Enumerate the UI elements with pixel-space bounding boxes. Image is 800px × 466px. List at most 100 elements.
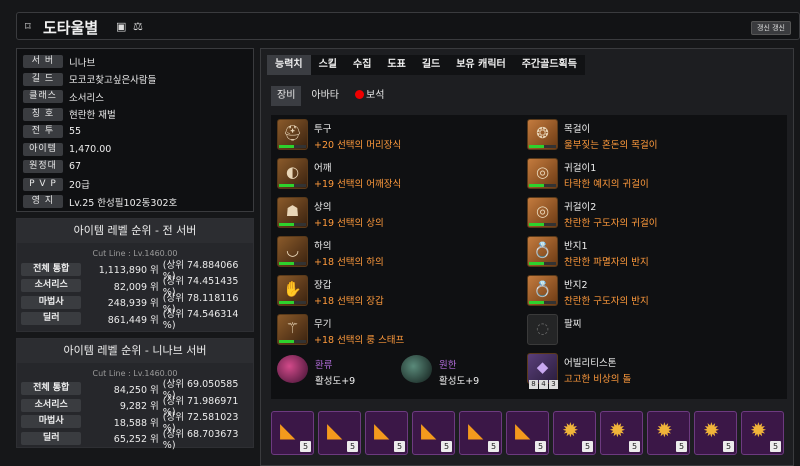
slot-name: 장갑 bbox=[314, 280, 332, 291]
equip-slot-shoulder[interactable]: ◐ 어깨 +19 선택의 어깨장식 bbox=[271, 156, 521, 192]
rank-label: 소서리스 bbox=[21, 398, 82, 412]
rank-label: 전체 통합 bbox=[21, 382, 82, 396]
equip-slot-bottom[interactable]: ◡ 하의 +18 선택의 하의 bbox=[271, 234, 521, 270]
tab-weekly-gold[interactable]: 주간골드획득 bbox=[513, 55, 585, 75]
rank-value: 861,449 위 bbox=[107, 314, 159, 326]
equip-slot-bracelet[interactable]: ◌ 팔찌 bbox=[521, 312, 781, 348]
stone-level-chip: 4 bbox=[539, 380, 548, 389]
profile-label: 아이템 bbox=[23, 142, 63, 156]
tab-guild[interactable]: 길드 bbox=[413, 55, 449, 75]
tab-collection[interactable]: 수집 bbox=[345, 55, 380, 75]
slot-name: 귀걸이1 bbox=[564, 163, 597, 174]
rank-title: 아이템 레벨 순위 - 전 서버 bbox=[17, 219, 253, 243]
slot-name: 반지2 bbox=[564, 280, 588, 291]
staff-icon: ⚚ bbox=[277, 314, 308, 345]
equip-slot-helmet[interactable]: ⛑ 투구 +20 선택의 머리장식 bbox=[271, 117, 521, 153]
profile-value: 니나브 bbox=[69, 57, 96, 69]
stone-level-chip: 8 bbox=[529, 380, 538, 389]
rank-value: 65,252 위 bbox=[113, 434, 159, 446]
rank-percent: (상위 68.703673 %) bbox=[162, 428, 239, 451]
slot-name: 하의 bbox=[314, 241, 332, 252]
effect-name: 원한 bbox=[439, 360, 457, 371]
subtab-avatar[interactable]: 아바타 bbox=[305, 86, 345, 106]
gem-icon: ◣ bbox=[421, 418, 437, 442]
equip-slot-necklace[interactable]: ❂ 목걸이 울부짖는 혼돈의 목걸이 bbox=[521, 117, 781, 153]
effect-name: 환류 bbox=[315, 360, 333, 371]
slot-desc: +20 선택의 머리장식 bbox=[314, 140, 402, 151]
profile-label: 서 버 bbox=[23, 55, 63, 69]
detail-panel: 능력치 스킬 수집 도표 길드 보유 캐릭터 주간골드획득 장비 아바타 보석 … bbox=[260, 48, 794, 466]
gem-slot[interactable]: ✹ 5 bbox=[553, 411, 596, 455]
rank-value: 248,939 위 bbox=[107, 298, 159, 310]
slot-desc: 찬란한 파멸자의 반지 bbox=[564, 257, 649, 268]
gem-icon: ✹ bbox=[750, 418, 767, 442]
gem-slot[interactable]: ◣ 5 bbox=[459, 411, 502, 455]
bookmark-icon[interactable]: ⌑ bbox=[25, 20, 31, 33]
gem-level: 5 bbox=[582, 441, 593, 452]
gem-icon: ✹ bbox=[656, 418, 673, 442]
equip-slot-ring2[interactable]: 💍 반지2 찬란한 구도자의 반지 bbox=[521, 273, 781, 309]
gem-slot[interactable]: ◣ 5 bbox=[412, 411, 455, 455]
equip-slot-ring1[interactable]: 💍 반지1 찬란한 파멸자의 반지 bbox=[521, 234, 781, 270]
equip-slot-ability-stone[interactable]: ◆ 8 4 3 어빌리티스톤 고고한 비상의 돌 bbox=[521, 351, 781, 389]
update-button[interactable]: 갱신 갱신 bbox=[751, 21, 791, 35]
equip-slot-earring2[interactable]: ◎ 귀걸이2 찬란한 구도자의 귀걸이 bbox=[521, 195, 781, 231]
equipment-grid: ⛑ 투구 +20 선택의 머리장식 ◐ 어깨 +19 선택의 어깨장식 ☗ 상의… bbox=[271, 115, 787, 399]
rank-value: 82,009 위 bbox=[113, 281, 159, 293]
profile-value: 1,470.00 bbox=[69, 143, 112, 155]
slot-desc: +19 선택의 어깨장식 bbox=[314, 179, 402, 190]
rank-row: 딜러 65,252 위 (상위 68.703673 %) bbox=[17, 429, 253, 451]
rank-value: 1,113,890 위 bbox=[98, 265, 159, 277]
gem-dot-icon bbox=[355, 90, 365, 99]
engraving-orb-icon bbox=[277, 355, 308, 383]
slot-desc: 울부짖는 혼돈의 목걸이 bbox=[564, 140, 658, 151]
quality-bar-fill bbox=[279, 223, 294, 226]
scale-icon[interactable]: ⚖ bbox=[133, 20, 143, 33]
gem-level: 5 bbox=[535, 441, 546, 452]
gem-slot[interactable]: ✹ 5 bbox=[647, 411, 690, 455]
quality-bar-fill bbox=[529, 223, 544, 226]
necklace-icon: ❂ bbox=[527, 119, 558, 150]
slot-desc: +18 선택의 룽 스태프 bbox=[314, 335, 405, 346]
gem-icon: ◣ bbox=[515, 418, 531, 442]
gem-level: 5 bbox=[629, 441, 640, 452]
main-tabs: 능력치 스킬 수집 도표 길드 보유 캐릭터 주간골드획득 bbox=[267, 55, 585, 75]
tab-stats[interactable]: 능력치 bbox=[267, 55, 311, 75]
rank-home-server: 아이템 레벨 순위 - 니나브 서버 Cut Line : Lv.1460.00… bbox=[16, 337, 254, 451]
tab-skills[interactable]: 스킬 bbox=[310, 55, 346, 75]
gem-slot[interactable]: ◣ 5 bbox=[271, 411, 314, 455]
character-name: 도타울별 bbox=[43, 19, 99, 37]
slot-desc: 찬란한 구도자의 귀걸이 bbox=[564, 218, 658, 229]
gem-slot[interactable]: ✹ 5 bbox=[694, 411, 737, 455]
gem-slot[interactable]: ◣ 5 bbox=[506, 411, 549, 455]
gem-icon: ✹ bbox=[609, 418, 626, 442]
subtab-gems[interactable]: 보석 bbox=[349, 86, 390, 106]
gem-slot[interactable]: ✹ 5 bbox=[600, 411, 643, 455]
subtab-equipment[interactable]: 장비 bbox=[271, 86, 302, 106]
rank-all-server: 아이템 레벨 순위 - 전 서버 Cut Line : Lv.1460.00 전… bbox=[16, 218, 254, 332]
gem-level: 5 bbox=[723, 441, 734, 452]
tab-codex[interactable]: 도표 bbox=[379, 55, 414, 75]
equip-slot-weapon[interactable]: ⚚ 무기 +18 선택의 룽 스태프 bbox=[271, 312, 521, 348]
rank-value: 18,588 위 bbox=[113, 417, 159, 429]
equip-slot-gloves[interactable]: ✋ 장갑 +18 선택의 장갑 bbox=[271, 273, 521, 309]
tab-characters[interactable]: 보유 캐릭터 bbox=[448, 55, 514, 75]
id-card-icon[interactable]: ▣ bbox=[116, 20, 126, 33]
gem-slot[interactable]: ✹ 5 bbox=[741, 411, 784, 455]
rank-percent: (상위 74.546314 %) bbox=[162, 309, 239, 331]
slot-name: 목걸이 bbox=[564, 124, 591, 135]
bracelet-effect-1[interactable]: 환류 활성도+9 bbox=[277, 353, 387, 389]
gem-slot[interactable]: ◣ 5 bbox=[365, 411, 408, 455]
equip-slot-earring1[interactable]: ◎ 귀걸이1 타락한 예지의 귀걸이 bbox=[521, 156, 781, 192]
equip-slot-top[interactable]: ☗ 상의 +19 선택의 상의 bbox=[271, 195, 521, 231]
gem-slot[interactable]: ◣ 5 bbox=[318, 411, 361, 455]
gem-level: 5 bbox=[441, 441, 452, 452]
gem-level: 5 bbox=[300, 441, 311, 452]
slot-name: 팔찌 bbox=[564, 319, 582, 330]
bracelet-effect-2[interactable]: 원한 활성도+9 bbox=[401, 353, 511, 389]
gloves-icon: ✋ bbox=[277, 275, 308, 306]
profile-label: 영 지 bbox=[23, 195, 63, 209]
sub-tabs: 장비 아바타 보석 bbox=[271, 86, 394, 106]
profile-value: 모코코찾고싶은사람들 bbox=[69, 75, 157, 87]
profile-value: 20급 bbox=[69, 180, 90, 192]
